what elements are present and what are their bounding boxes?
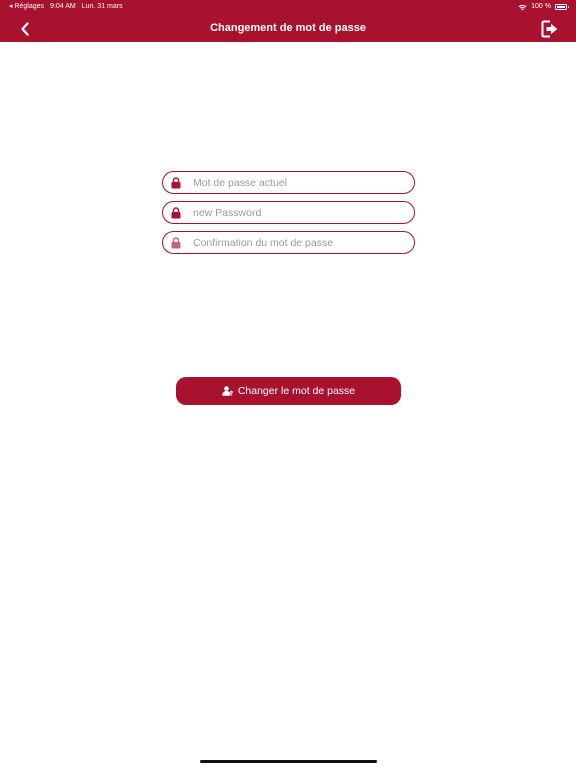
logout-button[interactable] (538, 17, 562, 41)
status-right: 100 % (518, 0, 569, 14)
new-password-field[interactable] (162, 201, 415, 224)
password-form (162, 171, 415, 261)
status-left: ◂ Réglages 9:04 AM Lun. 31 mars (9, 0, 123, 14)
navigation-bar: Changement de mot de passe (0, 14, 576, 42)
user-key-icon (222, 386, 233, 396)
confirm-password-input[interactable] (193, 233, 408, 252)
current-password-field[interactable] (162, 171, 415, 194)
battery-icon (555, 4, 569, 10)
confirm-password-field[interactable] (162, 231, 415, 254)
wifi-icon (518, 4, 527, 10)
new-password-input[interactable] (193, 203, 408, 222)
change-password-button[interactable]: Changer le mot de passe (176, 377, 401, 405)
back-to-app-link[interactable]: ◂ Réglages (9, 0, 44, 14)
home-indicator[interactable] (200, 760, 377, 763)
status-bar: ◂ Réglages 9:04 AM Lun. 31 mars 100 % (0, 0, 576, 14)
change-password-label: Changer le mot de passe (237, 385, 356, 397)
app-root: ◂ Réglages 9:04 AM Lun. 31 mars 100 % Ch… (0, 0, 576, 768)
logout-icon (541, 20, 558, 38)
current-password-input[interactable] (193, 173, 408, 192)
lock-icon (171, 236, 181, 248)
lock-icon (171, 176, 181, 188)
status-date: Lun. 31 mars (81, 3, 123, 10)
lock-icon (171, 206, 181, 218)
battery-percent: 100 % (531, 3, 551, 10)
status-time: 9:04 AM (50, 3, 76, 10)
chevron-left-icon (21, 22, 29, 36)
page-title: Changement de mot de passe (210, 22, 366, 34)
back-button[interactable] (14, 18, 36, 40)
header-bar: ◂ Réglages 9:04 AM Lun. 31 mars 100 % Ch… (0, 0, 576, 42)
